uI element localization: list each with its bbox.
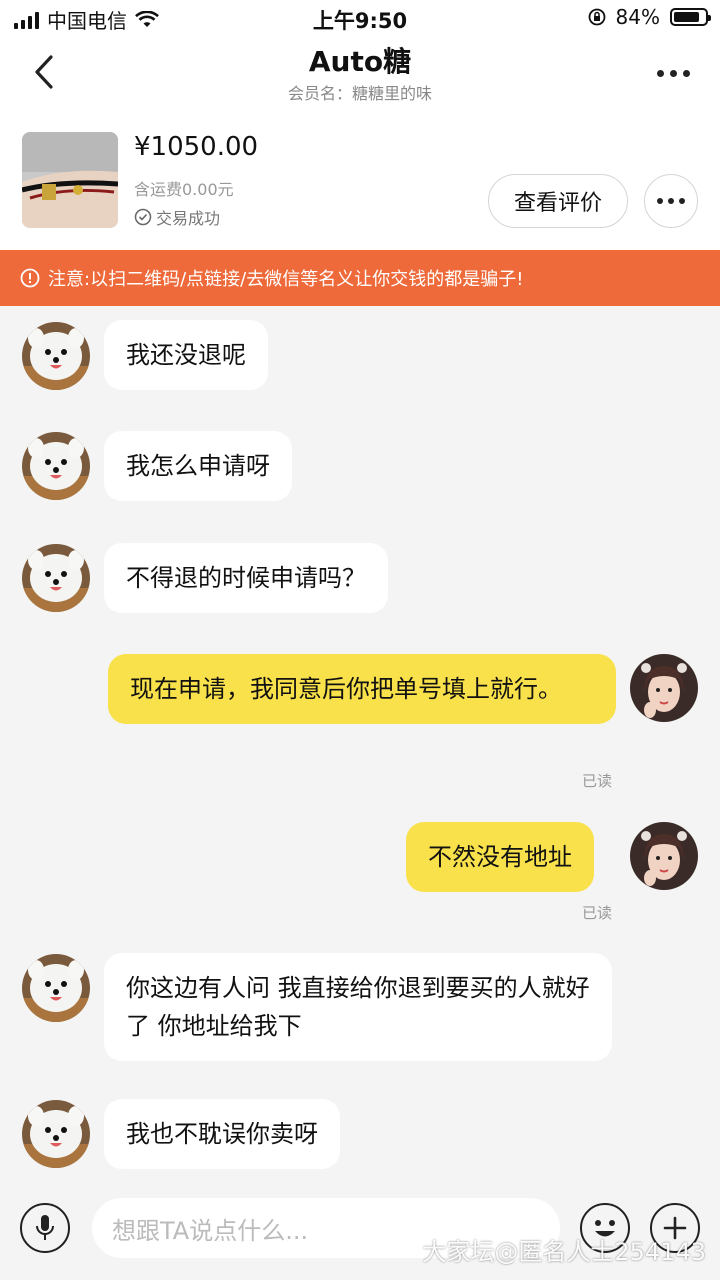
seller-avatar[interactable] [22,322,90,390]
transaction-status-label: 交易成功 [156,209,221,228]
transaction-status: 交易成功 [134,205,220,229]
my-avatar[interactable] [630,654,698,722]
fraud-warning-banner: 注意:以扫二维码/点链接/去微信等名义让你交钱的都是骗子! [0,250,720,306]
product-price: ¥1050.00 [134,132,259,162]
message-bubble[interactable]: 我也不耽误你卖呀 [104,1099,340,1169]
message-bubble[interactable]: 不然没有地址 [406,822,594,892]
seller-avatar[interactable] [22,954,90,1022]
seller-avatar[interactable] [22,544,90,612]
member-name: 会员名：糖糖里的味 [287,84,432,103]
product-card[interactable]: ¥1050.00 含运费0.00元 交易成功 查看评价 [0,110,720,250]
status-bar: 中国电信 上午9:50 84% [0,0,720,36]
shipping-fee: 含运费0.00元 [134,180,234,199]
message-bubble[interactable]: 我还没退呢 [104,320,268,390]
chat-title: Auto糖 [308,45,412,78]
product-thumbnail[interactable] [22,132,118,228]
view-review-button[interactable]: 查看评价 [488,174,628,228]
read-receipt: 已读 [582,772,613,790]
chat-header: Auto糖 会员名：糖糖里的味 [0,36,720,110]
microphone-icon [36,1215,54,1240]
my-avatar[interactable] [630,822,698,890]
check-circle-icon [134,208,152,226]
seller-avatar[interactable] [22,1100,90,1168]
battery-icon [670,8,711,26]
warning-text: 注意:以扫二维码/点链接/去微信等名义让你交钱的都是骗子! [48,269,524,290]
message-bubble[interactable]: 我怎么申请呀 [104,431,292,501]
read-receipt: 已读 [582,904,613,922]
message-bubble[interactable]: 现在申请，我同意后你把单号填上就行。 [108,654,616,724]
product-more-button[interactable] [644,174,698,228]
seller-avatar[interactable] [22,432,90,500]
battery-percent: 84% [615,5,660,29]
orientation-lock-icon [588,8,605,26]
voice-button[interactable] [20,1203,70,1253]
forum-watermark: 大家坛@匿名人士254143 [422,1238,706,1266]
more-options-button[interactable] [648,58,698,88]
warning-icon [20,268,40,288]
message-bubble[interactable]: 你这边有人问 我直接给你退到要买的人就好了 你地址给我下 [104,953,612,1061]
message-bubble[interactable]: 不得退的时候申请吗？ [104,543,388,613]
